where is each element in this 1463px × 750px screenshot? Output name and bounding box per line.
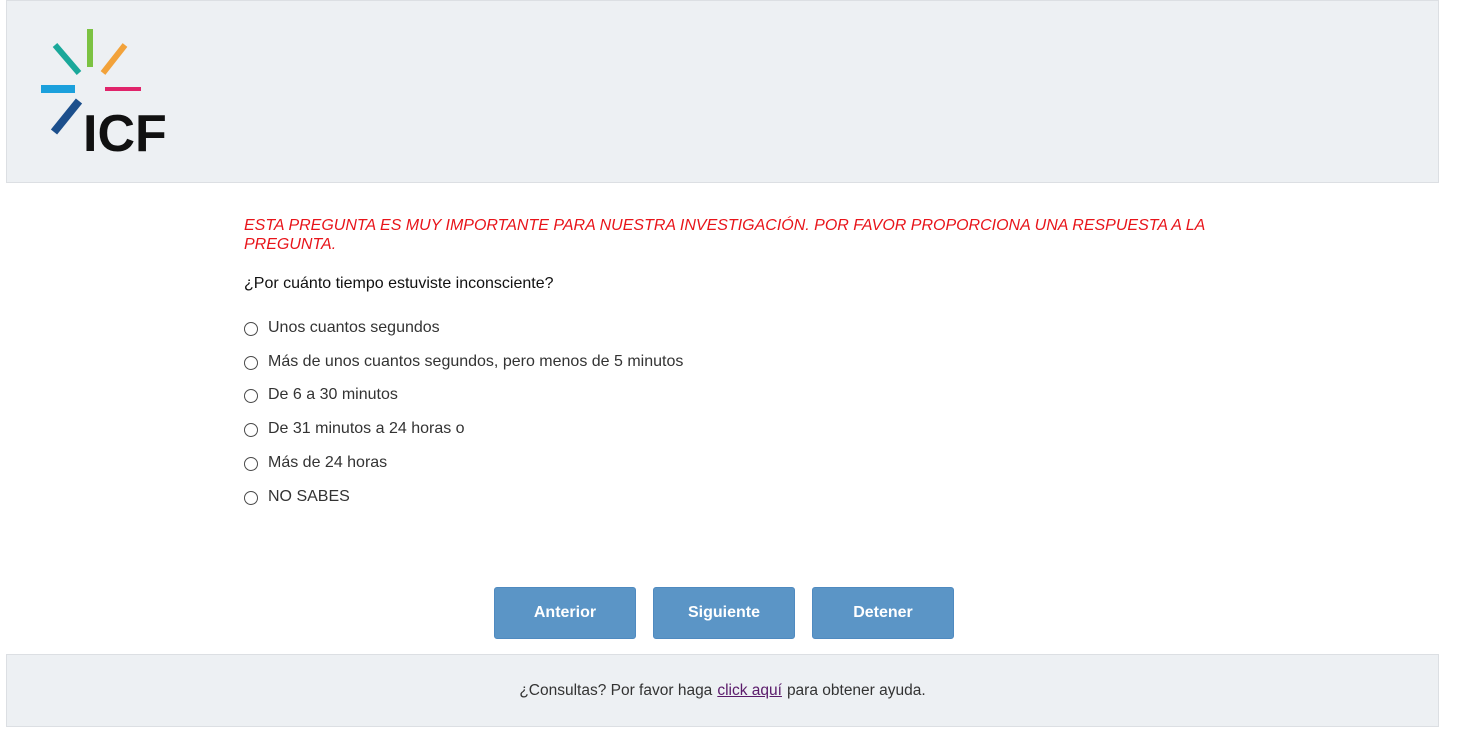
header-banner: ICF xyxy=(6,0,1439,183)
required-warning: ESTA PREGUNTA ES MUY IMPORTANTE PARA NUE… xyxy=(244,217,1205,253)
logo-ray-orange xyxy=(100,43,128,75)
next-button[interactable]: Siguiente xyxy=(653,587,795,639)
option-more-than-24-hours[interactable]: Más de 24 horas xyxy=(244,446,1234,480)
stop-button[interactable]: Detener xyxy=(812,587,954,639)
option-label: NO SABES xyxy=(268,487,350,505)
option-few-seconds[interactable]: Unos cuantos segundos xyxy=(244,311,1234,345)
option-label: De 31 minutos a 24 horas o xyxy=(268,420,465,438)
option-label: Unos cuantos segundos xyxy=(268,318,440,336)
radio-button[interactable] xyxy=(244,321,258,336)
radio-button[interactable] xyxy=(244,457,258,472)
option-label: Más de unos cuantos segundos, pero menos… xyxy=(268,352,684,370)
icf-logo: ICF xyxy=(41,29,165,157)
option-6-to-30-min[interactable]: De 6 a 30 minutos xyxy=(244,379,1234,413)
footer-text-after: para obtener ayuda. xyxy=(786,681,926,699)
radio-button[interactable] xyxy=(244,355,258,370)
navigation-buttons: Anterior Siguiente Detener xyxy=(494,587,954,639)
answer-options: Unos cuantos segundos Más de unos cuanto… xyxy=(244,311,1234,514)
logo-ray-navy xyxy=(50,98,83,135)
option-less-than-5-min[interactable]: Más de unos cuantos segundos, pero menos… xyxy=(244,345,1234,379)
question-text: ¿Por cuánto tiempo estuviste inconscient… xyxy=(244,275,554,292)
help-footer: ¿Consultas? Por favor haga click aquí pa… xyxy=(6,654,1439,727)
radio-button[interactable] xyxy=(244,423,258,438)
question-area: ESTA PREGUNTA ES MUY IMPORTANTE PARA NUE… xyxy=(244,216,1234,514)
previous-button[interactable]: Anterior xyxy=(494,587,636,639)
footer-text-before: ¿Consultas? Por favor haga xyxy=(519,681,713,699)
option-dont-know[interactable]: NO SABES xyxy=(244,480,1234,514)
radio-button[interactable] xyxy=(244,490,258,505)
option-label: De 6 a 30 minutos xyxy=(268,386,398,404)
option-31-min-to-24-hours[interactable]: De 31 minutos a 24 horas o xyxy=(244,412,1234,446)
logo-text: ICF xyxy=(83,105,165,157)
help-link[interactable]: click aquí xyxy=(717,682,782,700)
radio-button[interactable] xyxy=(244,389,258,404)
option-label: Más de 24 horas xyxy=(268,454,388,472)
logo-ray-teal xyxy=(52,43,82,75)
